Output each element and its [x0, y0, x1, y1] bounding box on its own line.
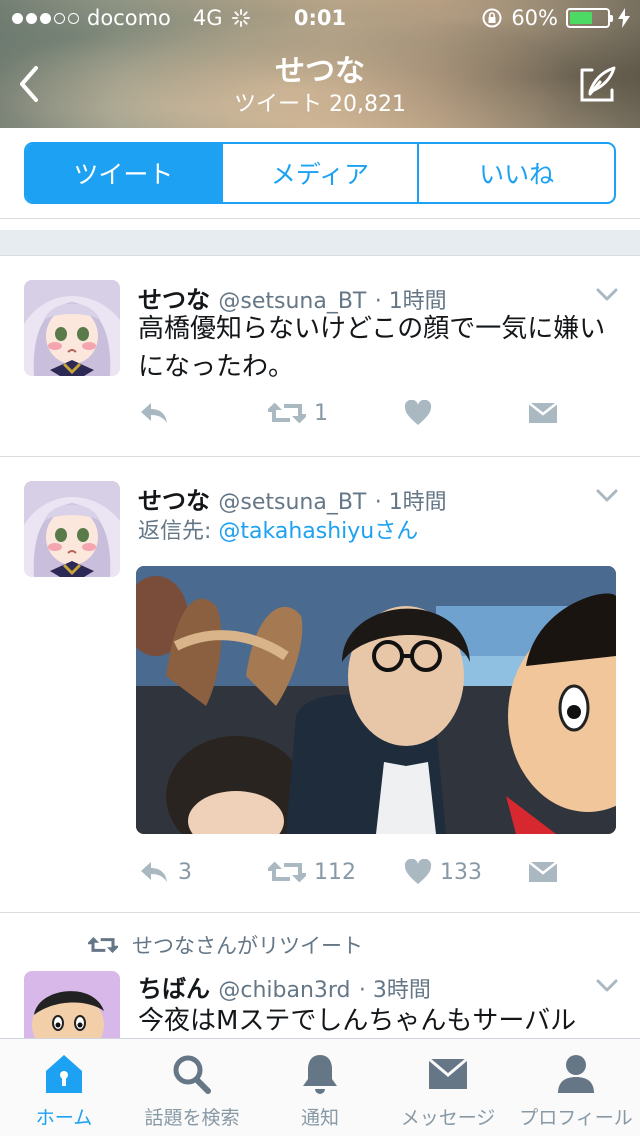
tab-media[interactable]: メディア [223, 144, 420, 202]
reply-button[interactable] [138, 400, 178, 426]
reply-icon [141, 403, 167, 423]
tweet-item[interactable]: ちばん @chiban3rd · 3時間 今夜はMステでしんちゃんもサーバル [0, 913, 640, 1067]
tweet-actions-container: 3 112 133 [0, 457, 640, 912]
tab-label: メッセージ [400, 1107, 496, 1129]
tweet-author[interactable]: ちばん @chiban3rd · 3時間 [138, 969, 431, 1004]
handle: @chiban3rd [218, 978, 351, 1003]
battery-icon [566, 8, 613, 28]
retweet-count: 1 [314, 400, 328, 426]
tab-search[interactable]: 話題を検索 [128, 1039, 256, 1137]
reply-button[interactable]: 3 [138, 859, 192, 885]
retweet-button[interactable]: 112 [268, 859, 356, 885]
avatar[interactable] [24, 280, 120, 376]
tweet-actions: 3 112 133 [138, 859, 618, 895]
profile-name-title: せつな [275, 54, 365, 89]
tab-label: ホーム [35, 1107, 93, 1129]
divider [0, 218, 640, 219]
heart-icon [404, 400, 432, 425]
chevron-down-icon[interactable] [596, 979, 618, 993]
direct-message-button[interactable] [528, 400, 558, 424]
tab-tweets[interactable]: ツイート [26, 144, 223, 202]
tab-home[interactable]: ホーム [0, 1039, 128, 1137]
bell-icon [303, 1055, 337, 1094]
retweet-icon [268, 861, 306, 883]
retweet-icon [268, 402, 306, 424]
tweet-text: 今夜はMステでしんちゃんもサーバル [138, 1006, 577, 1036]
tab-label: 通知 [300, 1107, 339, 1129]
like-button[interactable]: 133 [404, 859, 482, 885]
tweet-actions: 1 [138, 400, 618, 436]
profile-header: docomo 4G 0:01 60% せつな ツイート 20,821 [0, 0, 640, 128]
charging-bolt-icon [618, 8, 630, 28]
timestamp: · 3時間 [358, 978, 431, 1003]
bottom-tab-bar: ホーム 話題を検索 通知 メッセージ プロフィール [0, 1038, 640, 1136]
search-icon [173, 1055, 211, 1094]
section-gap [0, 230, 640, 256]
tab-messages[interactable]: メッセージ [384, 1039, 512, 1137]
envelope-icon [528, 861, 558, 882]
status-bar: docomo 4G 0:01 60% [0, 6, 640, 36]
retweet-count: 112 [314, 859, 356, 885]
tweet-text: 高橋優知らないけどこの顔で一気に嫌いになったわ。 [138, 314, 606, 382]
like-button[interactable] [404, 400, 440, 426]
tweet-item[interactable]: せつな @setsuna_BT · 1時間 高橋優知らないけどこの顔で一気に嫌い… [0, 256, 640, 456]
tab-likes[interactable]: いいね [419, 144, 614, 202]
compose-tweet-icon[interactable] [578, 64, 618, 104]
like-count: 133 [440, 859, 482, 885]
rotation-lock-icon [482, 8, 502, 28]
tab-label: プロフィール [519, 1107, 633, 1129]
reply-count: 3 [178, 859, 192, 885]
battery-percent: 60% [511, 6, 558, 30]
profile-tabs: ツイート メディア いいね [24, 142, 616, 204]
envelope-icon [428, 1057, 468, 1089]
tab-label: 話題を検索 [144, 1107, 240, 1129]
home-icon [46, 1055, 82, 1093]
direct-message-button[interactable] [528, 859, 558, 883]
retweet-button[interactable]: 1 [268, 400, 328, 426]
chevron-down-icon[interactable] [596, 288, 618, 302]
reply-icon [141, 862, 167, 882]
heart-icon [404, 859, 432, 884]
tab-profile[interactable]: プロフィール [512, 1039, 640, 1137]
tweet-count: ツイート 20,821 [234, 92, 406, 117]
tab-notifications[interactable]: 通知 [256, 1039, 384, 1137]
display-name: ちばん [138, 975, 210, 1003]
person-icon [558, 1055, 594, 1093]
envelope-icon [528, 402, 558, 423]
